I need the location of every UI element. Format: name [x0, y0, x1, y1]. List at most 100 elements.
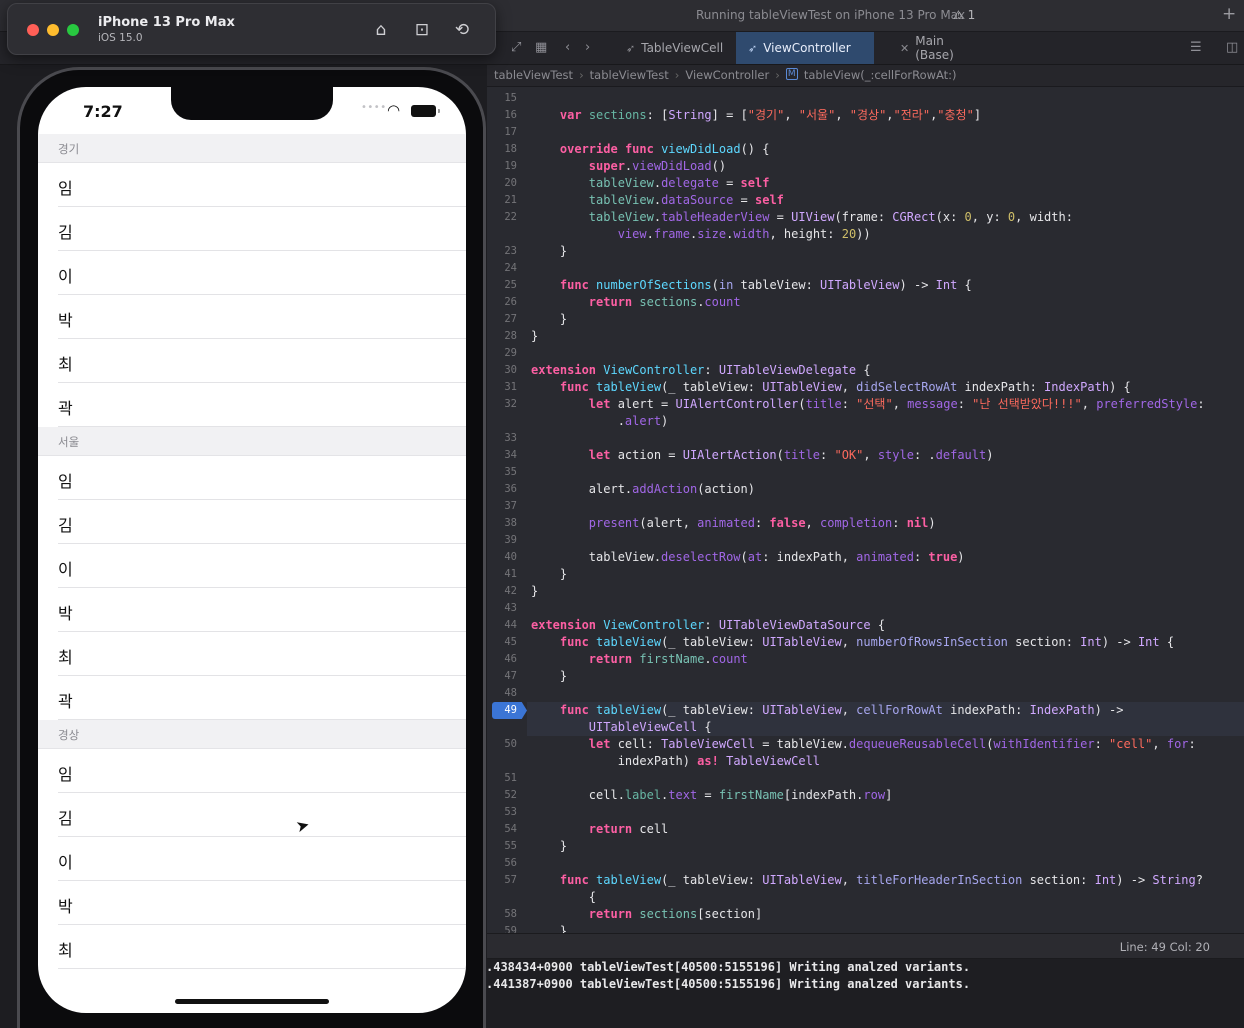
table-row[interactable]: 김: [38, 207, 466, 251]
line-number[interactable]: 50: [487, 738, 517, 750]
code-line[interactable]: }: [531, 923, 567, 933]
line-number[interactable]: 26: [487, 296, 517, 308]
table-row[interactable]: 최: [38, 339, 466, 383]
line-number[interactable]: 54: [487, 823, 517, 835]
line-number[interactable]: 37: [487, 500, 517, 512]
code-line[interactable]: super.viewDidLoad(): [531, 158, 726, 175]
code-line[interactable]: }: [531, 668, 567, 685]
code-line[interactable]: indexPath) as! TableViewCell: [531, 753, 820, 770]
line-number[interactable]: 38: [487, 517, 517, 529]
grid-icon[interactable]: ▦: [535, 40, 547, 55]
line-number[interactable]: 34: [487, 449, 517, 461]
table-row[interactable]: 최: [38, 632, 466, 676]
tab-viewcontroller[interactable]: ➶ ViewController: [736, 32, 874, 64]
line-number[interactable]: 29: [487, 347, 517, 359]
code-line[interactable]: let cell: TableViewCell = tableView.dequ…: [531, 736, 1196, 753]
code-line[interactable]: }: [531, 328, 538, 345]
line-number[interactable]: 15: [487, 92, 517, 104]
table-row[interactable]: 임: [38, 163, 466, 207]
home-indicator[interactable]: [175, 999, 329, 1004]
line-number[interactable]: 35: [487, 466, 517, 478]
rotate-icon[interactable]: ⟲: [450, 18, 474, 42]
inspector-list-icon[interactable]: ☰: [1190, 40, 1202, 55]
line-number[interactable]: 58: [487, 908, 517, 920]
code-line[interactable]: tableView.tableHeaderView = UIView(frame…: [531, 209, 1073, 226]
source-editor[interactable]: 15 16 var sections: [String] = ["경기", "서울…: [487, 88, 1244, 933]
add-tab-icon[interactable]: +: [1222, 4, 1236, 24]
line-number[interactable]: 45: [487, 636, 517, 648]
table-row[interactable]: 이: [38, 837, 466, 881]
code-line[interactable]: {: [531, 889, 596, 906]
code-line[interactable]: alert.addAction(action): [531, 481, 755, 498]
code-line[interactable]: tableView.deselectRow(at: indexPath, ani…: [531, 549, 965, 566]
tab-main-storyboard[interactable]: ✕ Main (Base): [888, 32, 998, 64]
code-line[interactable]: func tableView(_ tableView: UITableView,…: [531, 872, 1203, 889]
code-line[interactable]: func tableView(_ tableView: UITableView,…: [531, 379, 1131, 396]
table-row[interactable]: 임: [38, 456, 466, 500]
line-number[interactable]: 56: [487, 857, 517, 869]
line-number[interactable]: 33: [487, 432, 517, 444]
line-number[interactable]: 32: [487, 398, 517, 410]
code-line[interactable]: func tableView(_ tableView: UITableView,…: [531, 634, 1174, 651]
zoom-button[interactable]: [67, 24, 79, 36]
forward-icon[interactable]: ›: [585, 40, 590, 55]
line-number[interactable]: 46: [487, 653, 517, 665]
line-number[interactable]: 22: [487, 211, 517, 223]
line-number[interactable]: 59: [487, 925, 517, 933]
line-number[interactable]: 41: [487, 568, 517, 580]
code-line[interactable]: .alert): [531, 413, 669, 430]
table-row[interactable]: 박: [38, 588, 466, 632]
line-number[interactable]: 28: [487, 330, 517, 342]
code-line[interactable]: return firstName.count: [531, 651, 748, 668]
breadcrumb-file[interactable]: ViewController: [685, 68, 769, 82]
code-line[interactable]: cell.label.text = firstName[indexPath.ro…: [531, 787, 893, 804]
expand-icon[interactable]: ⤢: [511, 40, 521, 55]
line-number[interactable]: 51: [487, 772, 517, 784]
code-line[interactable]: }: [531, 583, 538, 600]
table-row[interactable]: 박: [38, 295, 466, 339]
code-line[interactable]: }: [531, 311, 567, 328]
code-line[interactable]: tableView.delegate = self: [531, 175, 770, 192]
line-number[interactable]: 23: [487, 245, 517, 257]
table-row[interactable]: 박: [38, 881, 466, 925]
table-row[interactable]: 이: [38, 251, 466, 295]
line-number[interactable]: 21: [487, 194, 517, 206]
breadcrumb-group[interactable]: tableViewTest: [590, 68, 669, 82]
code-line[interactable]: view.frame.size.width, height: 20)): [531, 226, 871, 243]
line-number[interactable]: 55: [487, 840, 517, 852]
warning-count[interactable]: ⚠ 1: [953, 8, 975, 22]
line-number[interactable]: 47: [487, 670, 517, 682]
code-line[interactable]: return cell: [531, 821, 668, 838]
line-number[interactable]: 39: [487, 534, 517, 546]
code-line[interactable]: return sections.count: [531, 294, 741, 311]
code-line[interactable]: let alert = UIAlertController(title: "선택…: [531, 396, 1205, 413]
line-number[interactable]: 24: [487, 262, 517, 274]
code-line[interactable]: present(alert, animated: false, completi…: [531, 515, 936, 532]
table-row[interactable]: 임: [38, 749, 466, 793]
code-line[interactable]: UITableViewCell {: [531, 719, 712, 736]
line-number[interactable]: 49: [487, 704, 517, 716]
line-number[interactable]: 31: [487, 381, 517, 393]
line-number[interactable]: 27: [487, 313, 517, 325]
line-number[interactable]: 18: [487, 143, 517, 155]
close-button[interactable]: [27, 24, 39, 36]
line-number[interactable]: 16: [487, 109, 517, 121]
table-row[interactable]: 김: [38, 793, 466, 837]
code-line[interactable]: extension ViewController: UITableViewDel…: [531, 362, 871, 379]
code-line[interactable]: }: [531, 243, 567, 260]
split-editor-icon[interactable]: ◫: [1226, 40, 1238, 55]
code-line[interactable]: let action = UIAlertAction(title: "OK", …: [531, 447, 994, 464]
line-number[interactable]: 48: [487, 687, 517, 699]
line-number[interactable]: 30: [487, 364, 517, 376]
line-number[interactable]: 42: [487, 585, 517, 597]
line-number[interactable]: 43: [487, 602, 517, 614]
table-row[interactable]: 곽: [38, 676, 466, 720]
code-line[interactable]: func tableView(_ tableView: UITableView,…: [531, 702, 1124, 719]
screenshot-icon[interactable]: ⊡: [410, 18, 434, 42]
minimize-button[interactable]: [47, 24, 59, 36]
code-line[interactable]: return sections[section]: [531, 906, 762, 923]
code-line[interactable]: override func viewDidLoad() {: [531, 141, 770, 158]
debug-console[interactable]: .438434+0900 tableViewTest[40500:5155196…: [478, 959, 1244, 1028]
line-number[interactable]: 25: [487, 279, 517, 291]
table-row[interactable]: 이: [38, 544, 466, 588]
